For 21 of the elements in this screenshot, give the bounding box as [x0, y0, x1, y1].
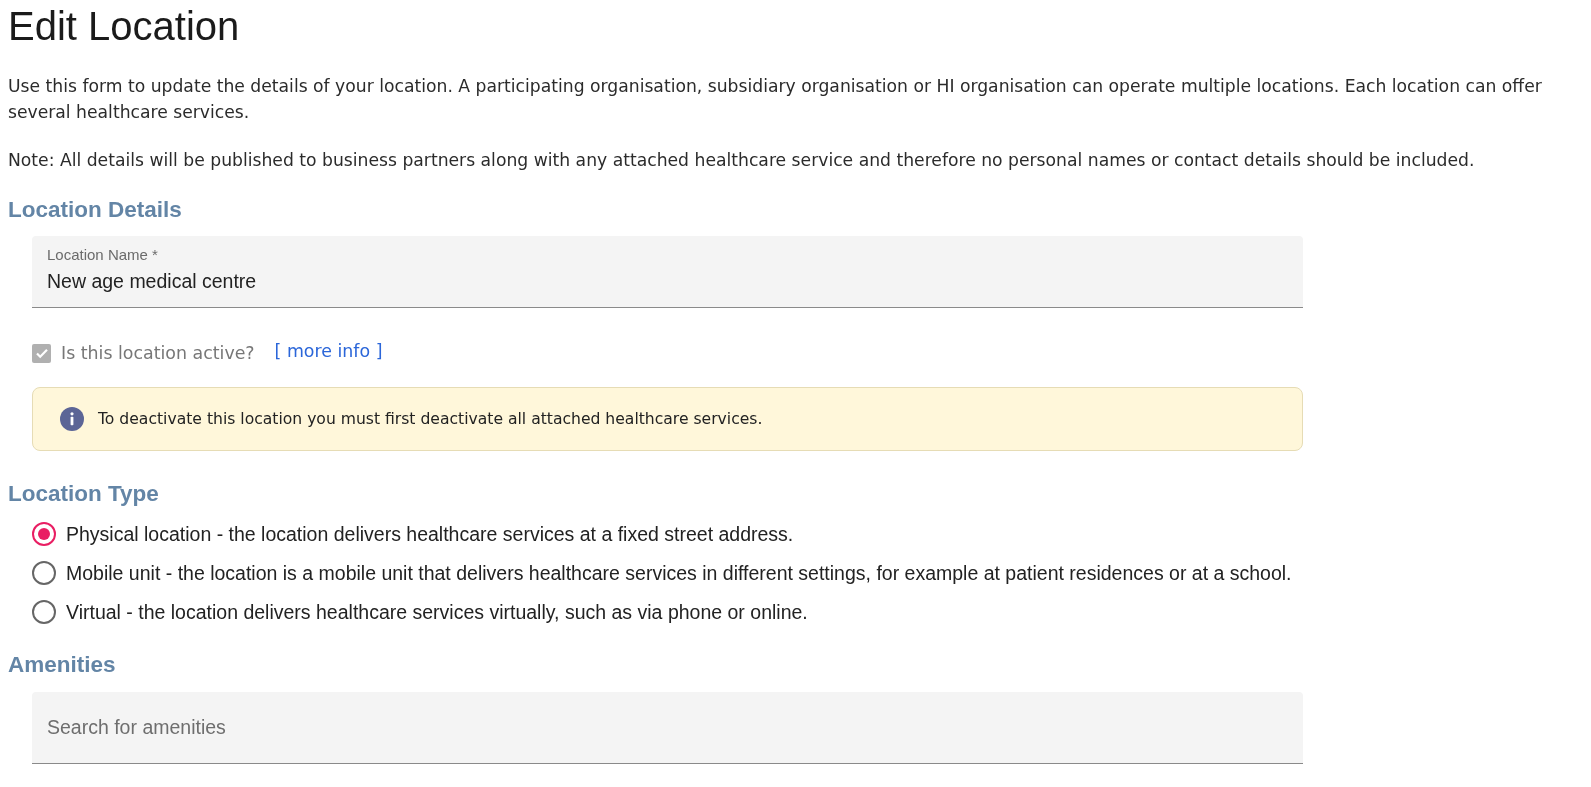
section-heading: Amenities: [8, 651, 117, 679]
checkmark-icon: [34, 346, 49, 360]
field-label: Location Name *: [47, 246, 158, 264]
intro-paragraph: Use this form to update the details of your location. A participating organisation, subsidiary organisation or HI organisation can operate multiple locations. Each location can offer several healthcare services.: [8, 75, 1543, 124]
field-value[interactable]: New age medical centre: [47, 268, 1288, 294]
radio-label[interactable]: Mobile unit - the location is a mobile unit that delivers healthcare services in different settings, for example at patient residences or at a school.: [66, 561, 1292, 585]
info-icon: [60, 407, 84, 431]
radio-button[interactable]: [32, 600, 56, 624]
more-info-link[interactable]: [ more info ]: [274, 341, 383, 361]
section-heading: Location Details: [8, 196, 183, 224]
radio-button[interactable]: [32, 561, 56, 585]
radio-label[interactable]: Virtual - the location delivers healthcare services virtually, such as via phone or online.: [66, 600, 808, 624]
checkbox-label: Is this location active?: [61, 343, 255, 363]
alert-text: To deactivate this location you must first deactivate all attached healthcare services.: [98, 410, 763, 428]
page-title: Edit Location: [8, 3, 241, 50]
intro-paragraph: Note: All details will be published to business partners along with any attached healthcare service and therefore no personal names or contact details should be included.: [8, 149, 1476, 172]
section-heading: Location Type: [8, 480, 160, 508]
radio-label[interactable]: Physical location - the location delivers healthcare services at a fixed street address.: [66, 522, 794, 546]
amenities-search-field[interactable]: Search for amenities: [32, 692, 1303, 764]
radio-button[interactable]: [32, 522, 56, 546]
location-name-field[interactable]: Location Name * New age medical centre: [32, 236, 1303, 308]
